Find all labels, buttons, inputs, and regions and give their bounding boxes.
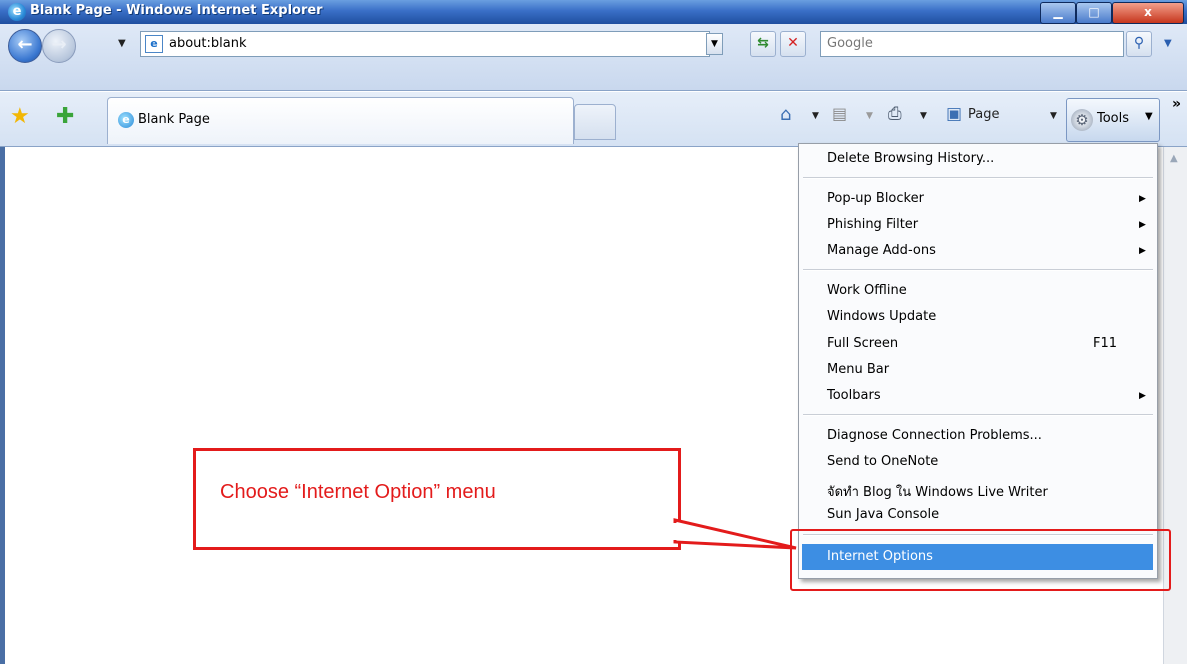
print-dropdown-icon[interactable]: ▼ [920,111,927,121]
menu-separator [803,177,1153,179]
maximize-button[interactable]: □ [1076,2,1112,24]
more-commands-chevron-icon[interactable]: » [1172,96,1181,112]
menu-item-popup-blocker[interactable]: Pop-up Blocker [827,191,924,206]
menu-item-live-writer-blog[interactable]: จัดทำ Blog ใน Windows Live Writer [827,481,1048,502]
back-button[interactable]: ← [8,29,42,63]
annotation-highlight-box [790,529,1171,591]
tab-blank-page[interactable]: e Blank Page [107,97,574,144]
menu-item-phishing-filter[interactable]: Phishing Filter [827,217,918,232]
new-tab-button[interactable] [574,104,616,140]
close-button[interactable]: x [1112,2,1184,24]
menu-item-diagnose-connection[interactable]: Diagnose Connection Problems... [827,428,1042,443]
window-title: Blank Page - Windows Internet Explorer [30,3,323,18]
forward-button[interactable]: → [42,29,76,63]
refresh-button[interactable]: ⇆ [750,31,776,57]
search-icon[interactable]: ⚲ [1126,31,1152,57]
search-box[interactable]: Google [820,31,1124,57]
tab-label: Blank Page [138,112,210,127]
feeds-icon[interactable]: ▤ [832,104,847,123]
address-text: about:blank [169,36,247,51]
ie-logo-icon: e [8,3,26,21]
full-screen-shortcut: F11 [1093,336,1118,351]
gear-icon: ⚙ [1071,109,1093,131]
favorites-center-star-icon[interactable]: ★ [10,104,30,129]
tools-menu: Delete Browsing History... Pop-up Blocke… [798,143,1158,579]
annotation-callout: Choose “Internet Option” menu [193,448,681,550]
menu-item-send-to-onenote[interactable]: Send to OneNote [827,454,938,469]
callout-text: Choose “Internet Option” menu [220,481,496,503]
title-bar: e Blank Page - Windows Internet Explorer… [0,0,1187,24]
address-dropdown-icon[interactable]: ▼ [706,33,723,55]
tools-dropdown-icon: ▼ [1145,111,1153,122]
minimize-button[interactable]: ▁ [1040,2,1076,24]
search-placeholder: Google [827,36,873,51]
add-to-favorites-icon[interactable]: ✚ [56,104,74,129]
tools-label: Tools [1097,111,1130,126]
page-icon: e [145,35,163,53]
home-dropdown-icon[interactable]: ▼ [812,111,819,121]
submenu-arrow-icon: ▶ [1139,246,1146,256]
search-options-icon[interactable]: ▼ [1164,38,1172,49]
scroll-up-icon[interactable]: ▲ [1170,153,1178,164]
tools-menu-button[interactable]: ⚙ Tools ▼ [1066,98,1160,142]
submenu-arrow-icon: ▶ [1139,391,1146,401]
address-field[interactable]: e about:blank [140,31,710,57]
submenu-arrow-icon: ▶ [1139,194,1146,204]
recent-pages-dropdown-icon[interactable]: ▼ [118,38,126,49]
menu-item-manage-addons[interactable]: Manage Add-ons [827,243,936,258]
page-menu-button[interactable]: Page [968,107,999,122]
print-icon[interactable]: ⎙ [888,104,902,124]
menu-item-toolbars[interactable]: Toolbars [827,388,881,403]
stop-button[interactable]: ✕ [780,31,806,57]
menu-item-windows-update[interactable]: Windows Update [827,309,936,324]
menu-separator [803,414,1153,416]
menu-item-full-screen[interactable]: Full Screen [827,336,898,351]
menu-separator [803,269,1153,271]
menu-item-menu-bar[interactable]: Menu Bar [827,362,889,377]
home-icon[interactable]: ⌂ [780,104,791,125]
page-icon: ▣ [946,104,963,124]
tab-ie-icon: e [118,112,134,128]
menu-item-delete-browsing-history[interactable]: Delete Browsing History... [827,151,994,166]
menu-item-work-offline[interactable]: Work Offline [827,283,907,298]
feeds-dropdown-icon[interactable]: ▼ [866,111,873,121]
window-border [0,147,5,664]
page-dropdown-icon[interactable]: ▼ [1050,111,1057,121]
submenu-arrow-icon: ▶ [1139,220,1146,230]
menu-item-sun-java-console[interactable]: Sun Java Console [827,507,939,522]
